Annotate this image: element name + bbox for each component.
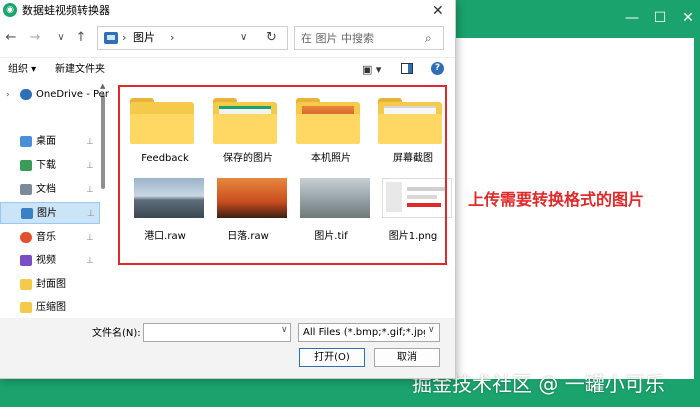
- navigation-bar: ← → ∨ ↑ › 图片 › ∨ ↻ 在 图片 中搜索 ⌕: [0, 22, 455, 54]
- music-icon: [20, 232, 32, 243]
- sidebar-scrollbar[interactable]: [101, 94, 105, 189]
- address-dropdown-chevron-icon[interactable]: ∨: [240, 30, 247, 46]
- background-app-frame-right: [694, 0, 700, 407]
- sidebar-item-label: 文档: [36, 184, 56, 195]
- search-placeholder: 在 图片 中搜索: [301, 32, 374, 45]
- sidebar-item-label: 封面图: [36, 279, 66, 290]
- cloud-icon: [20, 89, 32, 100]
- pin-icon: ⊥: [86, 185, 94, 195]
- sidebar-item-label: 下载: [36, 160, 56, 171]
- search-input[interactable]: 在 图片 中搜索 ⌕: [294, 26, 444, 50]
- dialog-title: 数据蛙视频转换器: [22, 4, 110, 17]
- sidebar-item-pictures[interactable]: 图片 ⊥: [0, 202, 100, 224]
- new-folder-button[interactable]: 新建文件夹: [55, 63, 105, 77]
- file-type-select[interactable]: All Files (*.bmp;*.gif;*.jpg;*.jpeg) ∨: [298, 323, 440, 342]
- organize-menu-button[interactable]: 组织 ▾: [8, 63, 36, 77]
- app-logo-icon: ◉: [3, 3, 17, 17]
- expand-chevron-icon[interactable]: ›: [6, 88, 10, 102]
- sidebar-item-label: 视频: [36, 255, 56, 266]
- dialog-footer: 文件名(N): ∨ All Files (*.bmp;*.gif;*.jpg;*…: [0, 318, 455, 378]
- sidebar-item-cover-images[interactable]: 封面图: [0, 274, 100, 296]
- pin-icon: ⊥: [86, 161, 94, 171]
- annotation-text: 上传需要转换格式的图片: [468, 190, 645, 209]
- recent-locations-chevron-icon[interactable]: ∨: [53, 30, 69, 46]
- filename-input[interactable]: [143, 323, 291, 342]
- sidebar-item-onedrive[interactable]: › OneDrive - Per: [0, 84, 109, 106]
- sidebar-item-videos[interactable]: 视频 ⊥: [0, 250, 100, 272]
- pictures-icon: [21, 208, 33, 219]
- pin-icon: ⊥: [86, 233, 94, 243]
- filename-dropdown-chevron-icon[interactable]: ∨: [281, 325, 288, 335]
- close-button[interactable]: ✕: [680, 10, 696, 26]
- pictures-location-icon: [104, 32, 118, 44]
- dialog-toolbar: 组织 ▾ 新建文件夹 ▣ ▾ ?: [0, 57, 455, 82]
- dialog-titlebar: ◉ 数据蛙视频转换器 ✕: [0, 0, 455, 22]
- video-icon: [20, 255, 32, 266]
- address-bar[interactable]: › 图片 › ∨ ↻: [97, 26, 288, 50]
- open-button[interactable]: 打开(O): [299, 348, 365, 367]
- sidebar-item-music[interactable]: 音乐 ⊥: [0, 227, 100, 249]
- sidebar-item-documents[interactable]: 文档 ⊥: [0, 179, 100, 201]
- document-icon: [20, 184, 32, 195]
- preview-pane-icon[interactable]: [401, 63, 413, 74]
- download-icon: [20, 160, 32, 171]
- folder-icon: [20, 302, 32, 313]
- sidebar-item-compressed-images[interactable]: 压缩图: [0, 297, 100, 319]
- breadcrumb-separator[interactable]: ›: [170, 30, 174, 46]
- back-arrow-icon[interactable]: ←: [3, 30, 19, 46]
- sidebar-item-label: OneDrive - Per: [36, 89, 109, 100]
- highlight-box: [118, 85, 447, 265]
- search-icon[interactable]: ⌕: [425, 31, 432, 46]
- view-options-button[interactable]: ▣ ▾: [362, 62, 381, 77]
- help-icon[interactable]: ?: [431, 62, 444, 75]
- chevron-down-icon[interactable]: ∨: [428, 325, 435, 335]
- navigation-pane: ▲ › OneDrive - Per 桌面 ⊥ 下载 ⊥ 文档 ⊥ 图片 ⊥ 音…: [0, 82, 110, 318]
- pin-icon: ⊥: [86, 137, 94, 147]
- breadcrumb-pictures[interactable]: 图片: [133, 30, 155, 46]
- up-arrow-icon[interactable]: ↑: [73, 30, 89, 46]
- forward-arrow-icon[interactable]: →: [27, 30, 43, 46]
- file-type-selected: All Files (*.bmp;*.gif;*.jpg;*.jpeg): [303, 327, 425, 338]
- sidebar-item-label: 图片: [37, 208, 57, 219]
- breadcrumb-separator: ›: [122, 31, 127, 44]
- cancel-button[interactable]: 取消: [374, 348, 440, 367]
- sidebar-item-desktop[interactable]: 桌面 ⊥: [0, 131, 100, 153]
- pin-icon: ⊥: [87, 209, 95, 219]
- sidebar-item-label: 压缩图: [36, 302, 66, 313]
- sidebar-item-label: 桌面: [36, 136, 56, 147]
- filename-label: 文件名(N):: [92, 328, 141, 339]
- desktop-icon: [20, 136, 32, 147]
- minimize-button[interactable]: —: [624, 10, 640, 26]
- pin-icon: ⊥: [86, 256, 94, 266]
- sidebar-item-downloads[interactable]: 下载 ⊥: [0, 155, 100, 177]
- dialog-close-button[interactable]: ✕: [432, 2, 444, 20]
- sidebar-item-label: 音乐: [36, 232, 56, 243]
- refresh-icon[interactable]: ↻: [266, 29, 277, 47]
- folder-icon: [20, 279, 32, 290]
- maximize-button[interactable]: ☐: [652, 10, 668, 26]
